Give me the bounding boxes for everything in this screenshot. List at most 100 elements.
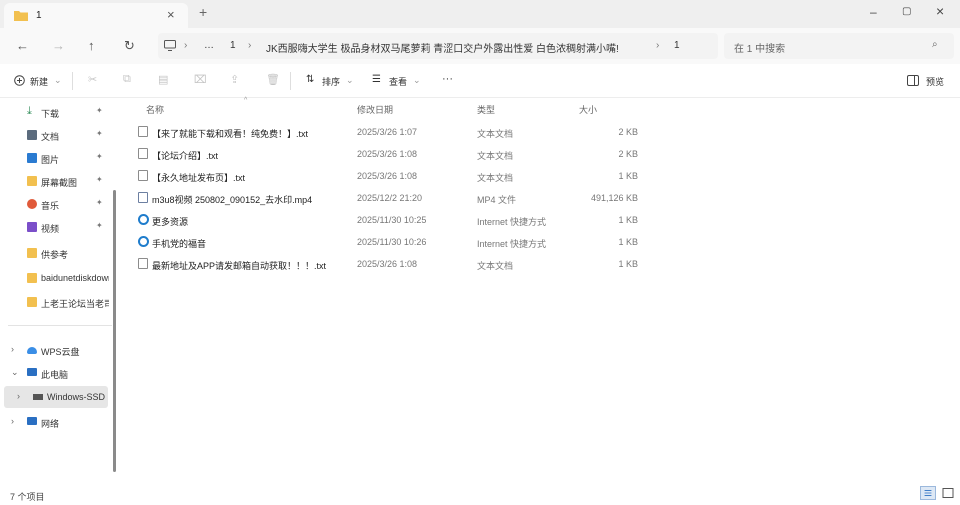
more-options-button[interactable]: ··· bbox=[442, 73, 453, 85]
cut-icon[interactable]: ✂ bbox=[88, 73, 97, 86]
sidebar-item-label: 上老王论坛当老司机 bbox=[41, 299, 109, 309]
chevron-right-icon[interactable]: › bbox=[17, 391, 20, 401]
file-date: 2025/11/30 10:25 bbox=[357, 215, 427, 225]
file-size: 2 KB bbox=[618, 149, 638, 159]
view-icon: ☰ bbox=[372, 74, 381, 85]
file-name: 【永久地址发布页】.txt bbox=[152, 173, 246, 183]
sidebar-item-videos[interactable]: 视频 ✦ bbox=[0, 216, 110, 238]
close-window-button[interactable]: × bbox=[936, 3, 944, 19]
sidebar-item-this-pc[interactable]: ⌄ 此电脑 bbox=[0, 362, 110, 384]
sidebar-item-baidunetdisk[interactable]: baidunetdiskdownload bbox=[0, 267, 110, 289]
file-size: 1 KB bbox=[618, 259, 638, 269]
file-size: 2 KB bbox=[618, 127, 638, 137]
share-icon[interactable]: ⇪ bbox=[230, 73, 239, 86]
breadcrumb-item[interactable]: 1 bbox=[674, 40, 680, 51]
sort-button[interactable]: 排序 bbox=[322, 75, 340, 88]
pin-icon[interactable]: ✦ bbox=[96, 129, 103, 138]
file-size: 1 KB bbox=[618, 171, 638, 181]
up-arrow-icon[interactable]: ↑ bbox=[88, 38, 95, 53]
chevron-right-icon[interactable]: › bbox=[11, 344, 14, 354]
file-row[interactable]: 【论坛介绍】.txt 2025/3/26 1:08 文本文档 2 KB bbox=[124, 143, 960, 163]
sidebar-item-music[interactable]: 音乐 ✦ bbox=[0, 193, 110, 215]
pin-icon[interactable]: ✦ bbox=[96, 175, 103, 184]
sidebar-item-label: Windows-SSD bbox=[47, 392, 106, 402]
back-arrow-icon[interactable]: ← bbox=[16, 38, 29, 53]
column-header-date[interactable]: 修改日期 bbox=[357, 103, 393, 116]
sidebar-item-label: 供参考 bbox=[41, 250, 69, 260]
pin-icon[interactable]: ✦ bbox=[96, 152, 103, 161]
search-input[interactable]: 在 1 中搜索 bbox=[734, 40, 785, 55]
pin-icon[interactable]: ✦ bbox=[96, 106, 103, 115]
divider bbox=[8, 325, 112, 326]
breadcrumb-overflow[interactable]: … bbox=[204, 40, 214, 51]
tab-title: 1 bbox=[36, 10, 42, 21]
chevron-down-icon: ⌄ bbox=[54, 75, 62, 85]
plus-circle-icon bbox=[14, 75, 25, 86]
delete-icon[interactable]: 🗑 bbox=[266, 73, 280, 86]
computer-icon bbox=[27, 368, 37, 376]
drive-icon bbox=[33, 394, 43, 400]
preview-button[interactable]: 预览 bbox=[926, 75, 944, 88]
title-bar: 1 × + – ▢ × bbox=[0, 0, 960, 28]
tab-current-folder[interactable]: 1 × bbox=[4, 3, 188, 28]
paste-icon[interactable]: ▤ bbox=[158, 73, 168, 86]
forward-arrow-icon[interactable]: → bbox=[52, 38, 65, 53]
sidebar-item-reference[interactable]: 供参考 bbox=[0, 242, 110, 264]
navigation-bar: ← → ↑ ↻ › … 1 › JK西服嗨大学生 极品身材双马尾萝莉 青涩口交户… bbox=[0, 28, 960, 64]
minimize-button[interactable]: – bbox=[870, 5, 877, 19]
maximize-button[interactable]: ▢ bbox=[902, 6, 911, 17]
breadcrumb-item[interactable]: JK西服嗨大学生 极品身材双马尾萝莉 青涩口交户外露出性爱 白色浓稠射满小嘴! bbox=[266, 40, 648, 55]
text-file-icon bbox=[138, 126, 148, 137]
cloud-icon bbox=[27, 347, 37, 354]
address-bar[interactable]: › … 1 › JK西服嗨大学生 极品身材双马尾萝莉 青涩口交户外露出性爱 白色… bbox=[158, 33, 718, 59]
folder-icon bbox=[27, 248, 37, 258]
refresh-icon[interactable]: ↻ bbox=[124, 38, 135, 54]
chevron-right-icon[interactable]: › bbox=[11, 416, 14, 426]
file-row[interactable]: 最新地址及APP请发邮箱自动获取！！！.txt 2025/3/26 1:08 文… bbox=[124, 253, 960, 273]
sidebar-item-pictures[interactable]: 图片 ✦ bbox=[0, 147, 110, 169]
view-button[interactable]: 查看 bbox=[389, 75, 407, 88]
documents-icon bbox=[27, 130, 37, 140]
sidebar-item-laowang[interactable]: 上老王论坛当老司机 bbox=[0, 291, 110, 313]
videos-icon bbox=[27, 222, 37, 232]
pin-icon[interactable]: ✦ bbox=[96, 198, 103, 207]
tiles-view-icon[interactable] bbox=[940, 486, 956, 500]
file-row[interactable]: 【来了就能下载和观看！纯免费！】.txt 2025/3/26 1:07 文本文档… bbox=[124, 121, 960, 141]
preview-pane-icon bbox=[907, 75, 919, 86]
column-header-name[interactable]: 名称 bbox=[146, 103, 164, 116]
sidebar-item-windows-ssd[interactable]: › Windows-SSD bbox=[4, 386, 108, 408]
sidebar-item-documents[interactable]: 文档 ✦ bbox=[0, 124, 110, 146]
breadcrumb-separator: › bbox=[248, 40, 252, 51]
sidebar-item-wps-cloud[interactable]: › WPS云盘 bbox=[0, 339, 110, 361]
chevron-down-icon[interactable]: ⌄ bbox=[11, 367, 19, 378]
video-file-icon bbox=[138, 192, 148, 203]
new-tab-button[interactable]: + bbox=[199, 4, 207, 20]
column-header-size[interactable]: 大小 bbox=[579, 103, 597, 116]
rename-icon[interactable]: ⌧ bbox=[194, 73, 207, 86]
file-row[interactable]: 更多资源 2025/11/30 10:25 Internet 快捷方式 1 KB bbox=[124, 209, 960, 229]
chevron-down-icon: ⌄ bbox=[413, 75, 421, 85]
divider bbox=[72, 72, 73, 90]
tab-close-icon[interactable]: × bbox=[167, 7, 175, 22]
internet-shortcut-icon bbox=[138, 236, 149, 247]
pin-icon[interactable]: ✦ bbox=[96, 221, 103, 230]
pictures-icon bbox=[27, 153, 37, 163]
breadcrumb-item[interactable]: 1 bbox=[230, 40, 236, 51]
divider bbox=[290, 72, 291, 90]
sidebar-scrollbar[interactable] bbox=[113, 190, 116, 472]
search-box[interactable]: 在 1 中搜索 ⌕ bbox=[724, 33, 954, 59]
new-button[interactable]: 新建 bbox=[30, 75, 48, 88]
sidebar-item-network[interactable]: › 网络 bbox=[0, 411, 110, 433]
file-date: 2025/3/26 1:08 bbox=[357, 259, 418, 269]
file-size: 491,126 KB bbox=[590, 193, 638, 203]
copy-icon[interactable]: ⧉ bbox=[123, 73, 131, 86]
file-row[interactable]: m3u8视频 250802_090152_去水印.mp4 2025/12/2 2… bbox=[124, 187, 960, 207]
column-header-type[interactable]: 类型 bbox=[477, 103, 495, 116]
file-row[interactable]: 手机党的福音 2025/11/30 10:26 Internet 快捷方式 1 … bbox=[124, 231, 960, 251]
sidebar-item-label: baidunetdiskdownload bbox=[41, 273, 109, 283]
details-view-icon[interactable] bbox=[920, 486, 936, 500]
sidebar-item-downloads[interactable]: ⤓ 下载 ✦ bbox=[0, 101, 110, 123]
file-type: 文本文档 bbox=[477, 129, 514, 139]
file-row[interactable]: 【永久地址发布页】.txt 2025/3/26 1:08 文本文档 1 KB bbox=[124, 165, 960, 185]
sidebar-item-screenshots[interactable]: 屏幕截图 ✦ bbox=[0, 170, 110, 192]
